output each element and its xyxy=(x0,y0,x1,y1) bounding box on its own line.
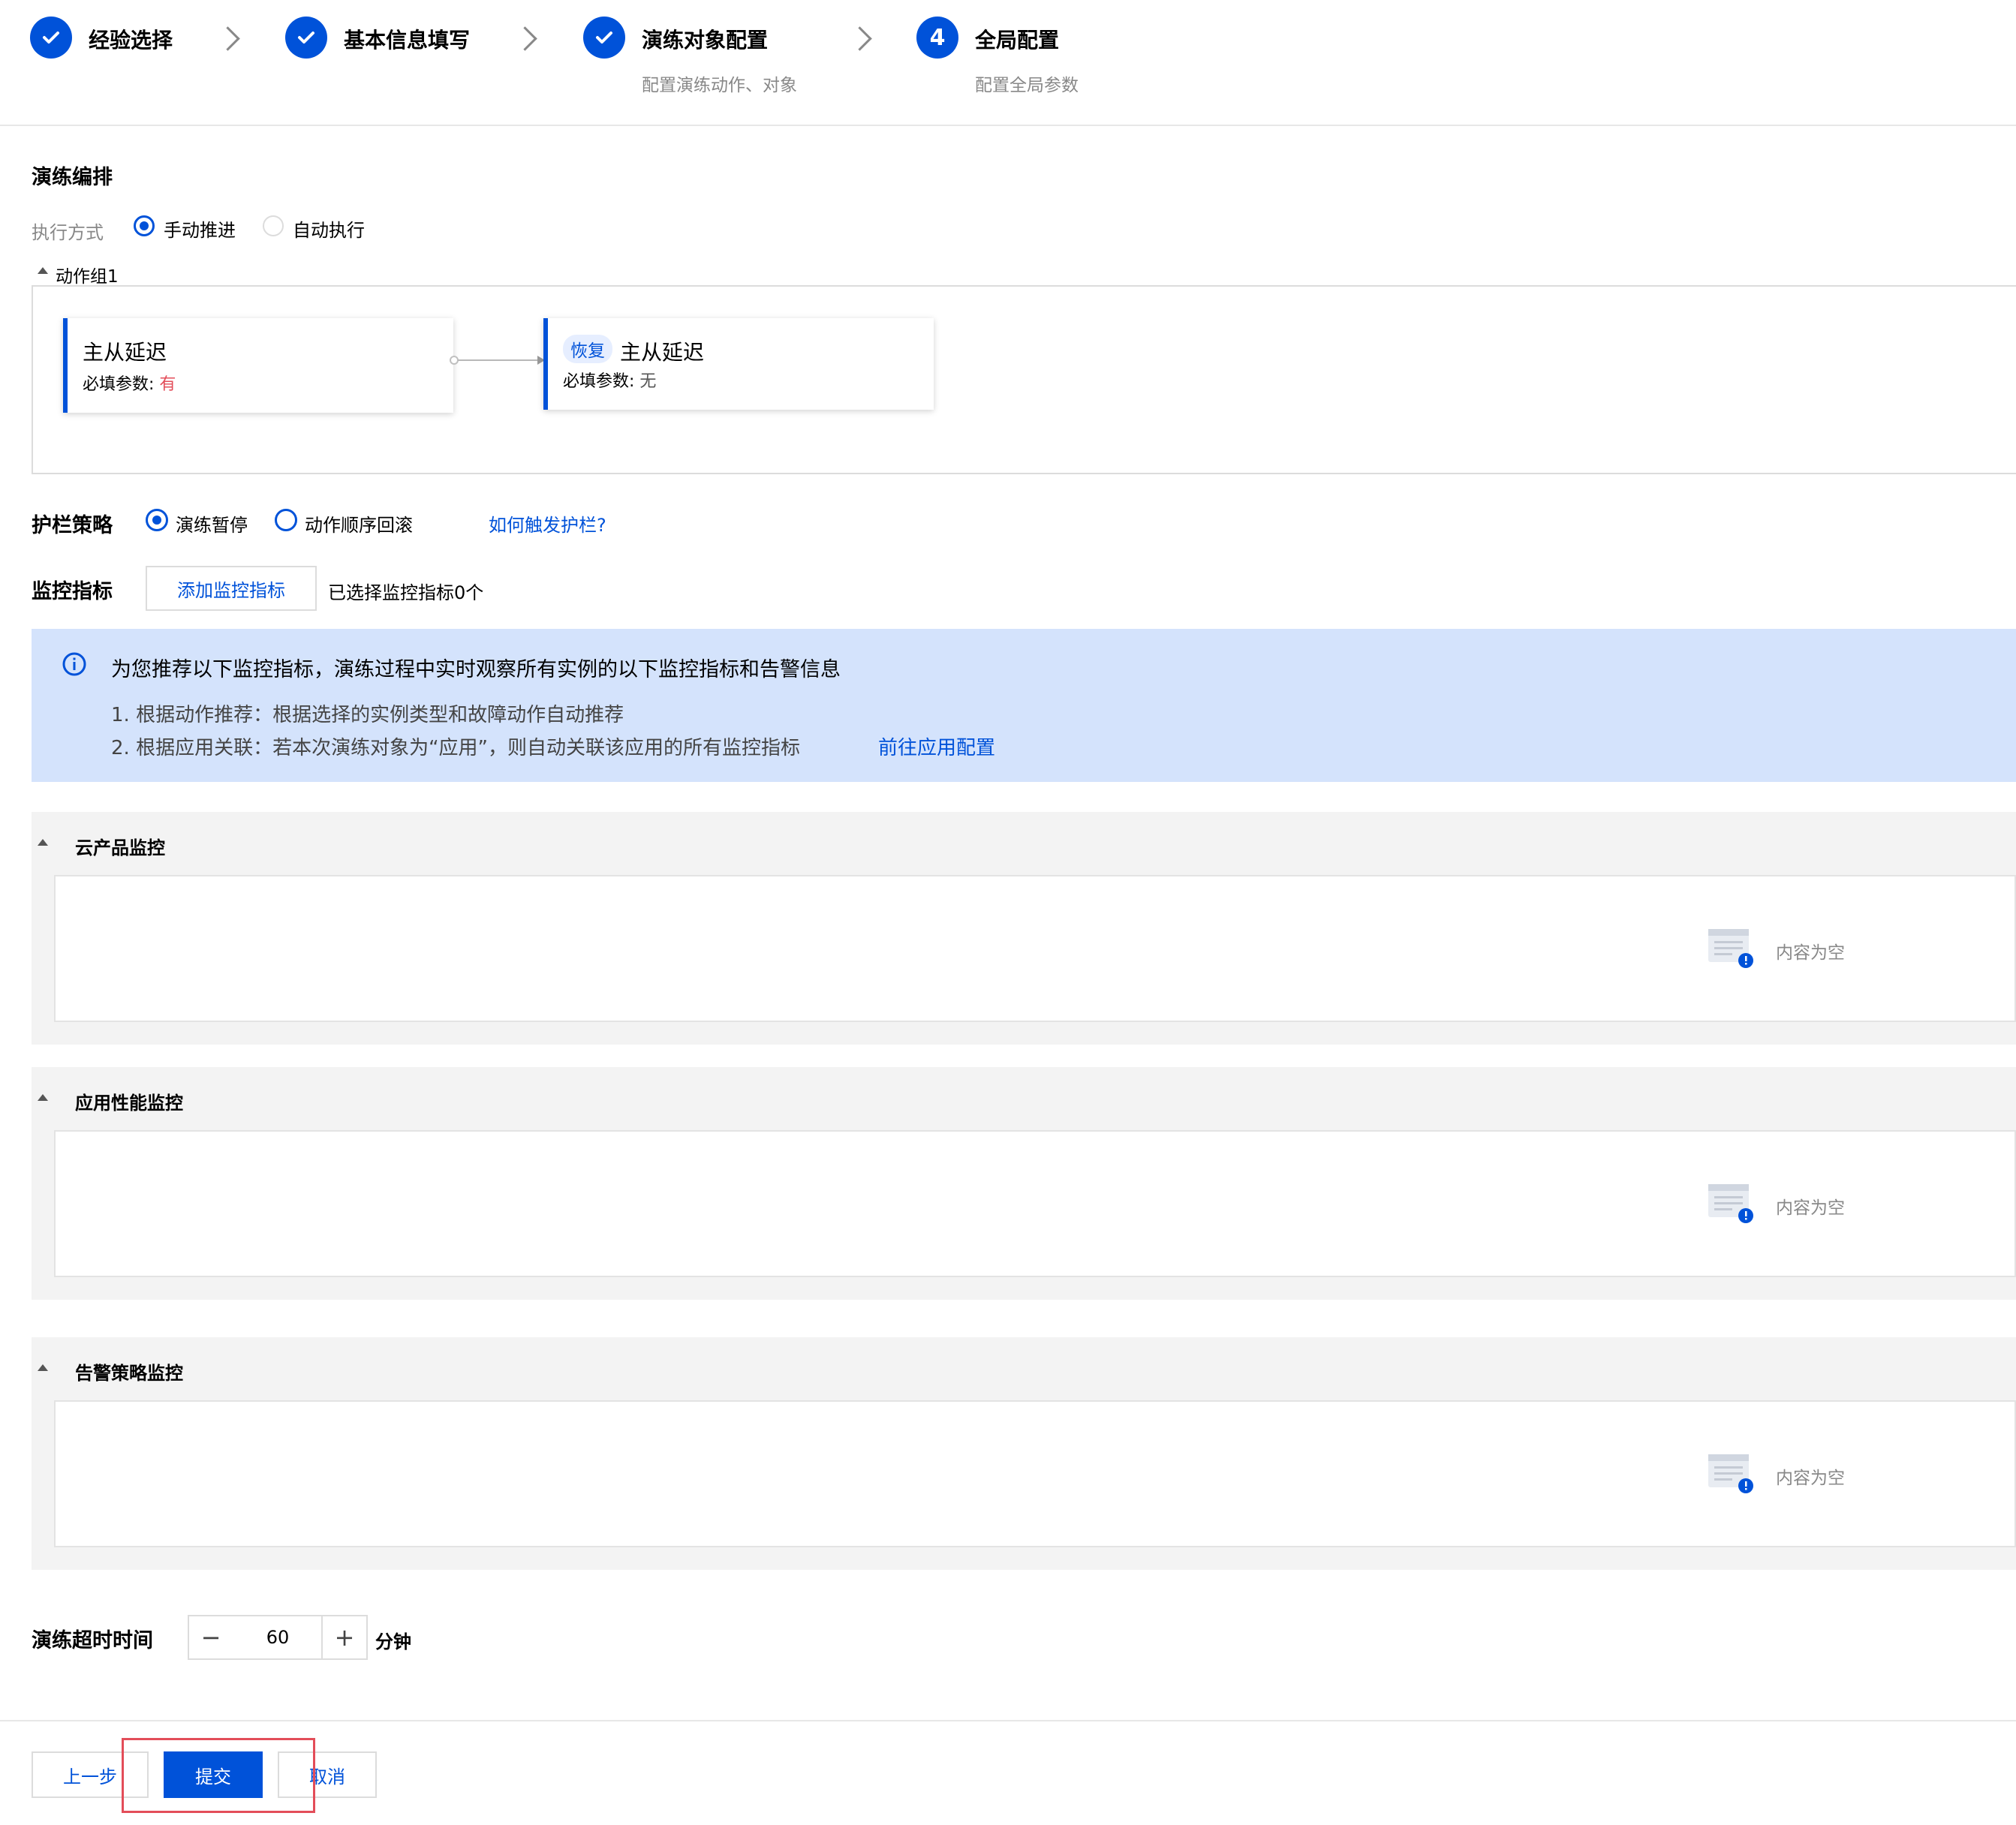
param-label: 必填参数: xyxy=(563,372,635,391)
empty-state-icon xyxy=(1708,1184,1753,1223)
info-icon xyxy=(62,652,86,676)
panel-content: 内容为空 xyxy=(54,1400,2016,1547)
divider xyxy=(0,125,2016,126)
empty-text: 内容为空 xyxy=(1776,1198,1845,1218)
param-value: 无 xyxy=(639,372,657,391)
panel-title[interactable]: 云产品监控 xyxy=(75,833,165,859)
action-card-fault[interactable]: 主从延迟 必填参数: 有 xyxy=(63,318,453,413)
timeout-input[interactable]: 60 xyxy=(233,1615,323,1660)
collapse-triangle-icon[interactable] xyxy=(38,839,48,846)
recover-tag: 恢复 xyxy=(563,335,612,363)
panel-title[interactable]: 告警策略监控 xyxy=(75,1358,183,1385)
collapse-triangle-icon[interactable] xyxy=(38,1364,48,1371)
card-title: 主从延迟 xyxy=(620,340,705,365)
action-group-label[interactable]: 动作组1 xyxy=(56,262,119,287)
step-3-subtitle: 配置演练动作、对象 xyxy=(642,76,797,95)
guard-rollback-label[interactable]: 动作顺序回滚 xyxy=(305,510,413,537)
step-2-check-icon xyxy=(285,17,327,59)
step-4-title: 全局配置 xyxy=(975,28,1060,53)
card-title: 主从延迟 xyxy=(83,340,167,365)
panel-content: 内容为空 xyxy=(54,875,2016,1022)
empty-text: 内容为空 xyxy=(1776,1469,1845,1488)
decrement-button[interactable]: − xyxy=(188,1615,234,1660)
exec-mode-label: 执行方式 xyxy=(32,222,104,243)
alarm-monitor-panel: 告警策略监控 内容为空 xyxy=(32,1337,2016,1570)
increment-button[interactable]: + xyxy=(321,1615,368,1660)
step-1-title[interactable]: 经验选择 xyxy=(89,24,173,54)
app-config-link[interactable]: 前往应用配置 xyxy=(878,732,995,760)
footer-divider xyxy=(0,1720,2016,1721)
info-title: 为您推荐以下监控指标，演练过程中实时观察所有实例的以下监控指标和告警信息 xyxy=(111,658,841,681)
step-1-check-icon xyxy=(30,17,72,59)
guard-rollback-radio[interactable] xyxy=(275,509,297,531)
highlight-box xyxy=(122,1738,315,1813)
add-monitor-button[interactable]: 添加监控指标 xyxy=(146,566,317,611)
timeout-label: 演练超时时间 xyxy=(32,1629,153,1652)
cloud-monitor-panel: 云产品监控 内容为空 xyxy=(32,812,2016,1045)
collapse-triangle-icon[interactable] xyxy=(38,267,48,274)
chevron-right-icon xyxy=(847,26,872,51)
step-3-check-icon xyxy=(583,17,625,59)
info-line-2: 2. 根据应用关联：若本次演练对象为“应用”，则自动关联该应用的所有监控指标 xyxy=(111,737,801,759)
step-3-title[interactable]: 演练对象配置 xyxy=(642,24,768,54)
guard-pause-radio[interactable] xyxy=(146,509,168,531)
empty-state-icon xyxy=(1708,929,1753,968)
card-param: 必填参数: 有 xyxy=(83,371,176,395)
exec-manual-radio[interactable] xyxy=(134,215,155,236)
guard-label: 护栏策略 xyxy=(32,514,113,537)
action-card-recover[interactable]: 恢复 主从延迟 必填参数: 无 xyxy=(543,318,934,410)
connector-arrow xyxy=(450,356,545,365)
empty-state-icon xyxy=(1708,1454,1753,1493)
timeout-unit: 分钟 xyxy=(375,1631,411,1652)
collapse-triangle-icon[interactable] xyxy=(38,1094,48,1101)
card-param: 必填参数: 无 xyxy=(563,368,656,392)
orchestration-title: 演练编排 xyxy=(32,166,113,189)
monitor-label: 监控指标 xyxy=(32,580,113,603)
apm-monitor-panel: 应用性能监控 内容为空 xyxy=(32,1067,2016,1300)
exec-manual-label[interactable]: 手动推进 xyxy=(164,215,236,242)
info-line-1: 1. 根据动作推荐：根据选择的实例类型和故障动作自动推荐 xyxy=(111,704,624,726)
chevron-right-icon xyxy=(513,26,537,51)
step-2-title[interactable]: 基本信息填写 xyxy=(344,24,470,54)
panel-content: 内容为空 xyxy=(54,1130,2016,1277)
monitor-selected-count: 已选择监控指标0个 xyxy=(328,582,484,603)
info-alert: 为您推荐以下监控指标，演练过程中实时观察所有实例的以下监控指标和告警信息 1. … xyxy=(32,629,2016,782)
param-value: 有 xyxy=(159,375,176,394)
guard-pause-label[interactable]: 演练暂停 xyxy=(176,510,248,537)
exec-auto-label[interactable]: 自动执行 xyxy=(293,215,365,242)
step-4-number: 4 xyxy=(916,17,958,59)
guard-help-link[interactable]: 如何触发护栏? xyxy=(489,510,606,537)
exec-auto-radio[interactable] xyxy=(263,215,284,236)
empty-text: 内容为空 xyxy=(1776,943,1845,963)
chevron-right-icon xyxy=(215,26,240,51)
param-label: 必填参数: xyxy=(83,375,155,394)
panel-title[interactable]: 应用性能监控 xyxy=(75,1088,183,1114)
step-4-subtitle: 配置全局参数 xyxy=(975,76,1079,95)
